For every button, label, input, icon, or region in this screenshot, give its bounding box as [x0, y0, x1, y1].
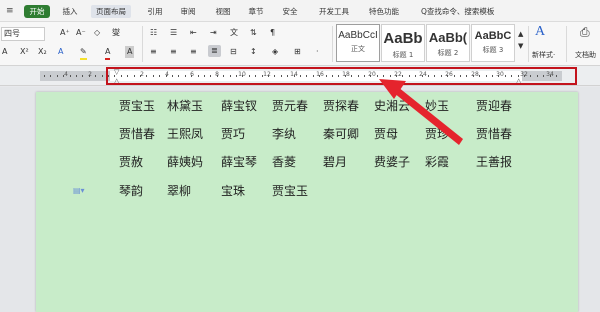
annotation-arrow: [379, 79, 463, 145]
